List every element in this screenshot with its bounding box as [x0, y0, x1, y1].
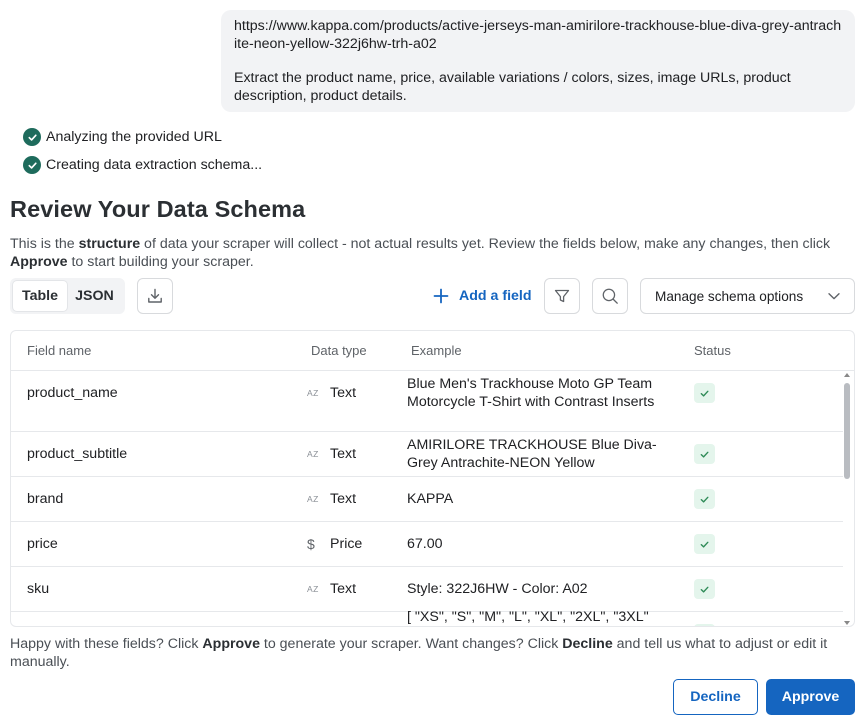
- field-name: product_subtitle: [27, 446, 128, 462]
- field-name: sku: [27, 581, 50, 597]
- field-name: product_name: [27, 385, 118, 401]
- status-check-icon: [694, 579, 715, 599]
- table-scrollbar[interactable]: [843, 373, 851, 625]
- example-value: AMIRILORE TRACKHOUSE Blue Diva-Grey Antr…: [407, 437, 657, 471]
- header-example: Example: [411, 343, 462, 358]
- user-message-url: https://www.kappa.com/products/active-je…: [234, 18, 842, 52]
- schema-toolbar: Table JSON Add a field Manage schema opt…: [10, 278, 855, 314]
- tab-table[interactable]: Table: [13, 281, 67, 311]
- scroll-up-arrow-icon[interactable]: [844, 373, 850, 377]
- filter-button[interactable]: [544, 278, 580, 314]
- check-circle-icon: [23, 128, 41, 146]
- data-type: AZ Text: [307, 446, 357, 462]
- table-row[interactable]: sku AZ Text Style: 322J6HW - Color: A02: [11, 567, 843, 612]
- step-label: Creating data extraction schema...: [46, 157, 263, 173]
- table-row[interactable]: price $ Price 67.00: [11, 522, 843, 567]
- approve-instructions: Happy with these fields? Click Approve t…: [10, 636, 828, 670]
- chevron-down-icon: [828, 293, 840, 300]
- table-row[interactable]: product_name AZ Text Blue Men's Trackhous…: [11, 371, 843, 432]
- filter-icon: [554, 289, 570, 303]
- text-type-icon: AZ: [307, 388, 319, 398]
- text-type-icon: AZ: [307, 494, 319, 504]
- download-icon: [148, 288, 162, 303]
- view-toggle: Table JSON: [10, 278, 125, 314]
- download-button[interactable]: [137, 278, 173, 314]
- schema-description: This is the structure of data your scrap…: [10, 236, 831, 270]
- header-field-name: Field name: [27, 343, 92, 358]
- table-body: product_name AZ Text Blue Men's Trackhous…: [11, 371, 843, 626]
- status-check-icon: [694, 383, 715, 403]
- decline-button[interactable]: Decline: [673, 679, 758, 715]
- user-message-bubble: https://www.kappa.com/products/active-je…: [221, 10, 855, 112]
- data-type: AZ Text: [307, 581, 357, 597]
- text-type-icon: AZ: [307, 449, 319, 459]
- example-value: Blue Men's Trackhouse Moto GP Team Motor…: [407, 376, 655, 410]
- example-value: Style: 322J6HW - Color: A02: [407, 581, 588, 597]
- scroll-thumb[interactable]: [844, 383, 850, 479]
- status-check-icon: [694, 624, 715, 626]
- status-check-icon: [694, 534, 715, 554]
- header-data-type: Data type: [311, 343, 367, 358]
- manage-schema-dropdown[interactable]: Manage schema options: [640, 278, 855, 314]
- search-icon: [602, 288, 618, 304]
- header-status: Status: [694, 343, 731, 358]
- field-name: brand: [27, 491, 64, 507]
- plus-icon: [433, 288, 449, 304]
- search-button[interactable]: [592, 278, 628, 314]
- price-type-icon: $: [307, 536, 315, 552]
- add-field-button[interactable]: Add a field: [432, 278, 532, 314]
- table-row[interactable]: [ "XS", "S", "M", "L", "XL", "2XL", "3XL…: [11, 609, 843, 626]
- approve-button[interactable]: Approve: [766, 679, 855, 715]
- data-type: $ Price: [307, 536, 363, 552]
- status-check-icon: [694, 489, 715, 509]
- schema-table: Field name Data type Example Status prod…: [10, 330, 855, 627]
- step-label: Analyzing the provided URL: [46, 129, 222, 145]
- page-title: Review Your Data Schema: [10, 196, 306, 222]
- status-check-icon: [694, 444, 715, 464]
- table-header: Field name Data type Example Status: [11, 331, 854, 371]
- data-type: AZ Text: [307, 385, 357, 401]
- scroll-down-arrow-icon[interactable]: [844, 621, 850, 625]
- example-value: 67.00: [407, 536, 443, 552]
- tab-json[interactable]: JSON: [67, 281, 122, 311]
- check-circle-icon: [23, 156, 41, 174]
- add-field-label: Add a field: [459, 288, 532, 304]
- example-value: [ "XS", "S", "M", "L", "XL", "2XL", "3XL…: [407, 609, 649, 625]
- manage-schema-label: Manage schema options: [655, 288, 804, 304]
- step-analyzing: Analyzing the provided URL: [23, 128, 222, 146]
- field-name: price: [27, 536, 58, 552]
- step-creating-schema: Creating data extraction schema...: [23, 156, 262, 174]
- user-message-request: Extract the product name, price, availab…: [234, 70, 795, 104]
- table-row[interactable]: product_subtitle AZ Text AMIRILORE TRACKH…: [11, 432, 843, 477]
- table-row[interactable]: brand AZ Text KAPPA: [11, 477, 843, 522]
- example-value: KAPPA: [407, 491, 454, 507]
- text-type-icon: AZ: [307, 584, 319, 594]
- data-type: AZ Text: [307, 491, 357, 507]
